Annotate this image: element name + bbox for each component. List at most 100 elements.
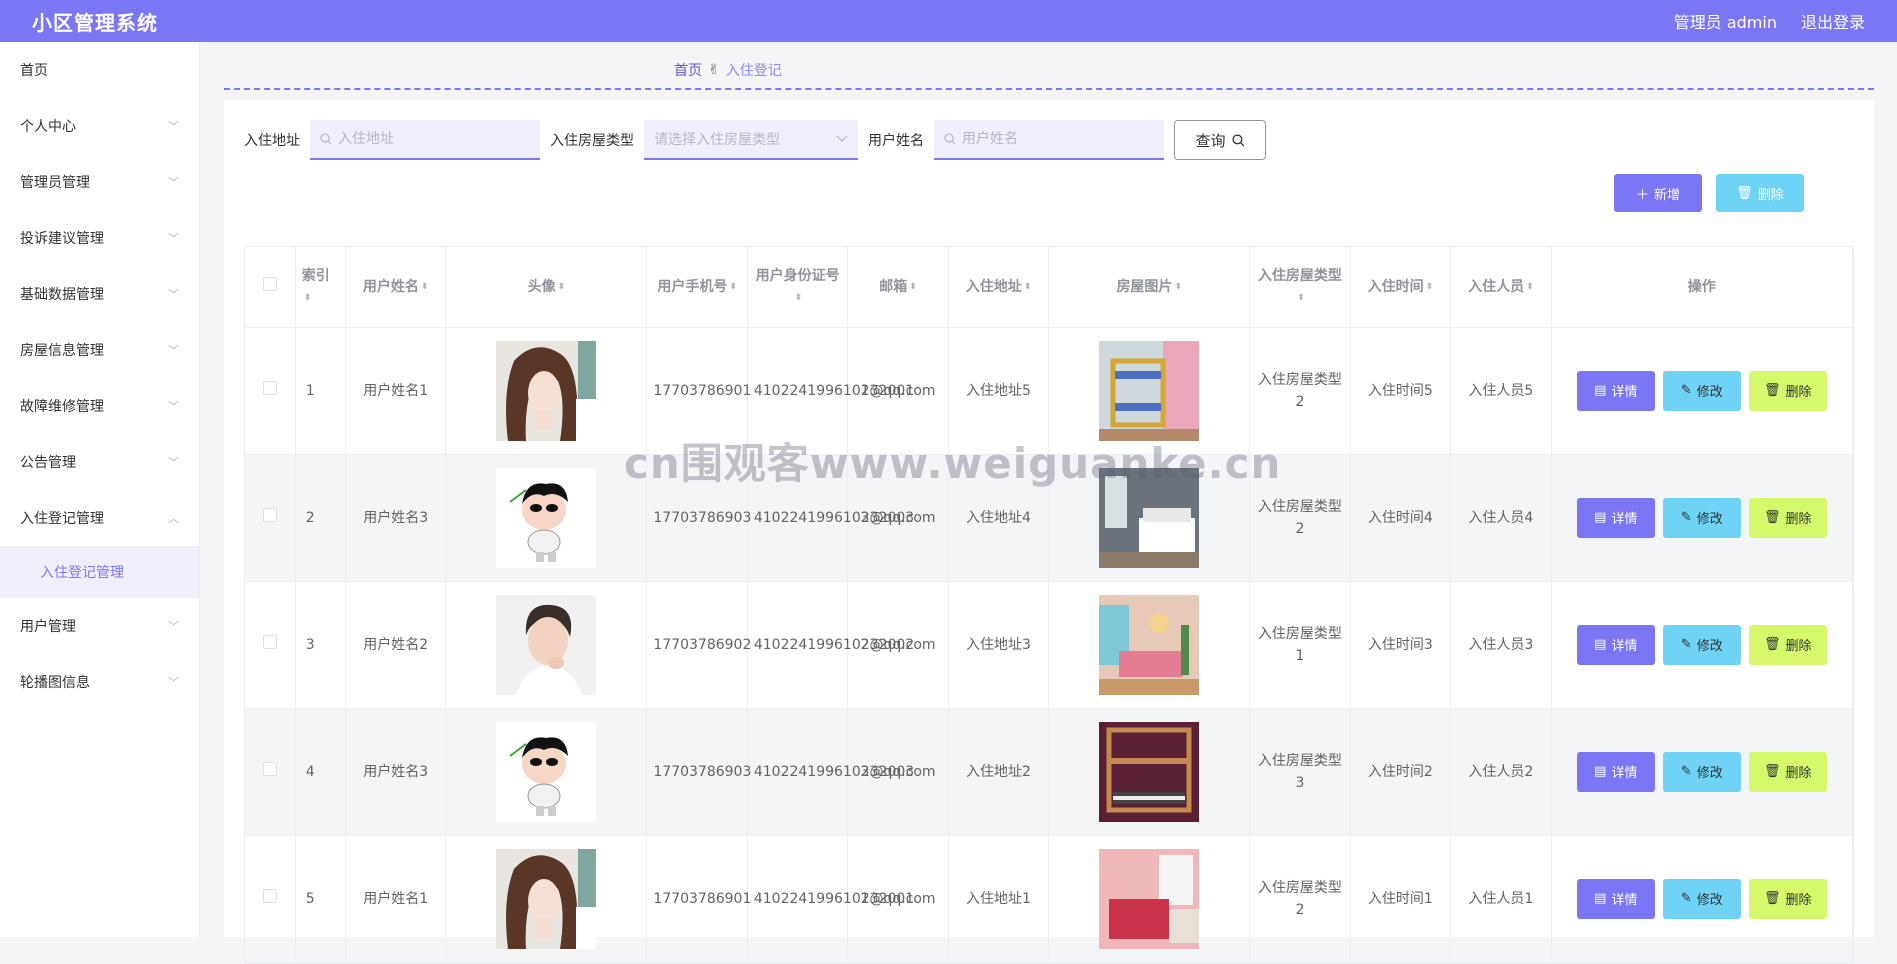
- sort-icon[interactable]: ⬍: [1174, 282, 1182, 292]
- logout-link[interactable]: 退出登录: [1801, 9, 1865, 33]
- edit-label: 修改: [1696, 385, 1723, 400]
- delete-label: 删除: [1785, 385, 1812, 400]
- delete-button[interactable]: 🗑 删除: [1748, 497, 1827, 538]
- breadcrumb: 首页 ✌ 入住登记: [674, 60, 782, 80]
- cell-index: 3: [295, 581, 346, 709]
- delete-button[interactable]: 🗑 删除: [1748, 624, 1827, 665]
- sort-icon[interactable]: ⬍: [1426, 282, 1434, 292]
- cell-idcard: 410224199610232002: [747, 581, 914, 709]
- detail-button[interactable]: ▤ 详情: [1576, 497, 1655, 538]
- cell-phone: 17703786901: [646, 327, 751, 455]
- house-image[interactable]: [1099, 340, 1200, 441]
- column-header: 操作: [1551, 247, 1854, 328]
- edit-button[interactable]: ✎ 修改: [1662, 370, 1741, 411]
- row-checkbox[interactable]: [262, 380, 277, 395]
- sidebar-item[interactable]: 基础数据管理 ﹀: [0, 266, 199, 322]
- edit-label: 修改: [1696, 639, 1723, 654]
- detail-button[interactable]: ▤ 详情: [1576, 751, 1655, 792]
- column-header[interactable]: 头像 ⬍: [445, 247, 648, 328]
- sort-icon[interactable]: ⬍: [1297, 293, 1305, 303]
- table-toolbar: ＋ 新增 🗑 删除: [1614, 174, 1804, 212]
- sidebar-item[interactable]: 公告管理 ﹀: [0, 434, 199, 490]
- cell-people: 入住人员5: [1450, 327, 1552, 455]
- detail-button[interactable]: ▤ 详情: [1576, 624, 1655, 665]
- sidebar-item[interactable]: 用户管理 ﹀: [0, 598, 199, 654]
- sidebar-item[interactable]: 故障维修管理 ﹀: [0, 378, 199, 434]
- column-header[interactable]: 用户身份证号 ⬍: [747, 247, 849, 328]
- batch-delete-button[interactable]: 🗑 删除: [1716, 174, 1804, 212]
- sort-icon[interactable]: ⬍: [421, 282, 429, 292]
- row-checkbox[interactable]: [262, 634, 277, 649]
- sort-icon[interactable]: ⬍: [304, 293, 312, 303]
- add-button[interactable]: ＋ 新增: [1614, 174, 1702, 212]
- avatar-image[interactable]: [496, 848, 597, 949]
- sidebar-item-label: 基础数据管理: [20, 287, 104, 303]
- name-input[interactable]: [962, 131, 1142, 147]
- user-label[interactable]: 管理员 admin: [1674, 9, 1777, 33]
- sort-icon[interactable]: ⬍: [795, 293, 803, 303]
- delete-button[interactable]: 🗑 删除: [1748, 751, 1827, 792]
- chevron-down-icon: ﹀: [168, 400, 179, 413]
- detail-button[interactable]: ▤ 详情: [1576, 370, 1655, 411]
- cell-people: 入住人员2: [1450, 708, 1552, 836]
- sidebar-item[interactable]: 投诉建议管理 ﹀: [0, 210, 199, 266]
- column-header[interactable]: 入住地址 ⬍: [948, 247, 1050, 328]
- avatar-image[interactable]: [496, 467, 597, 568]
- edit-button[interactable]: ✎ 修改: [1662, 497, 1741, 538]
- detail-button[interactable]: ▤ 详情: [1576, 878, 1655, 919]
- sort-icon[interactable]: ⬍: [1024, 282, 1032, 292]
- house-image[interactable]: [1099, 467, 1200, 568]
- select-all-checkbox[interactable]: [262, 276, 277, 291]
- cell-email: 3@qq.com: [847, 454, 949, 582]
- sidebar-item[interactable]: 首页: [0, 42, 199, 98]
- avatar-image[interactable]: [496, 340, 597, 441]
- row-actions: ▤ 详情 ✎ 修改 🗑 删除: [1551, 835, 1854, 963]
- breadcrumb-home[interactable]: 首页: [674, 60, 702, 80]
- trash-icon: 🗑: [1764, 764, 1781, 779]
- name-field[interactable]: [934, 120, 1164, 160]
- house-image[interactable]: [1099, 594, 1200, 695]
- plus-icon: ＋: [1635, 187, 1649, 203]
- row-checkbox[interactable]: [262, 761, 277, 776]
- edit-button[interactable]: ✎ 修改: [1662, 751, 1741, 792]
- sidebar-item[interactable]: 个人中心 ﹀: [0, 98, 199, 154]
- document-icon: ▤: [1594, 891, 1607, 906]
- column-header[interactable]: 用户姓名 ⬍: [345, 247, 447, 328]
- address-label: 入住地址: [244, 133, 300, 149]
- sidebar-item[interactable]: 轮播图信息 ﹀: [0, 654, 199, 710]
- house-image[interactable]: [1099, 721, 1200, 822]
- sort-icon[interactable]: ⬍: [729, 282, 737, 292]
- column-header[interactable]: 邮箱 ⬍: [847, 247, 949, 328]
- address-field[interactable]: [310, 120, 540, 160]
- sidebar-item[interactable]: 入住登记管理 ︿: [0, 490, 199, 546]
- house-type-select[interactable]: 请选择入住房屋类型: [644, 120, 858, 160]
- edit-button[interactable]: ✎ 修改: [1662, 624, 1741, 665]
- column-header[interactable]: 入住时间 ⬍: [1350, 247, 1452, 328]
- sidebar-subitem[interactable]: 入住登记管理: [0, 546, 199, 598]
- column-header[interactable]: 房屋图片 ⬍: [1048, 247, 1251, 328]
- avatar-image[interactable]: [496, 594, 597, 695]
- sort-icon[interactable]: ⬍: [558, 282, 566, 292]
- column-header[interactable]: 用户手机号 ⬍: [646, 247, 748, 328]
- delete-button[interactable]: 🗑 删除: [1748, 878, 1827, 919]
- query-button[interactable]: 查询: [1174, 120, 1266, 160]
- sidebar-item[interactable]: 房屋信息管理 ﹀: [0, 322, 199, 378]
- sort-icon[interactable]: ⬍: [909, 282, 917, 292]
- cell-email: 1@qq.com: [847, 835, 949, 963]
- row-checkbox[interactable]: [262, 888, 277, 903]
- delete-button[interactable]: 🗑 删除: [1748, 370, 1827, 411]
- house-image[interactable]: [1099, 848, 1200, 949]
- column-header[interactable]: 索引 ⬍: [295, 247, 346, 328]
- row-select-cell: [245, 581, 296, 709]
- avatar-image[interactable]: [496, 721, 597, 822]
- sidebar-item[interactable]: 管理员管理 ﹀: [0, 154, 199, 210]
- column-header[interactable]: 入住人员 ⬍: [1450, 247, 1552, 328]
- address-input[interactable]: [338, 131, 518, 147]
- cell-email: 2@qq.com: [847, 581, 949, 709]
- row-checkbox[interactable]: [262, 507, 277, 522]
- sort-icon[interactable]: ⬍: [1526, 282, 1534, 292]
- column-header[interactable]: 入住房屋类型 ⬍: [1249, 247, 1351, 328]
- sidebar-item-label: 个人中心: [20, 119, 76, 135]
- cell-idcard: 410224199610232003: [747, 454, 914, 582]
- edit-button[interactable]: ✎ 修改: [1662, 878, 1741, 919]
